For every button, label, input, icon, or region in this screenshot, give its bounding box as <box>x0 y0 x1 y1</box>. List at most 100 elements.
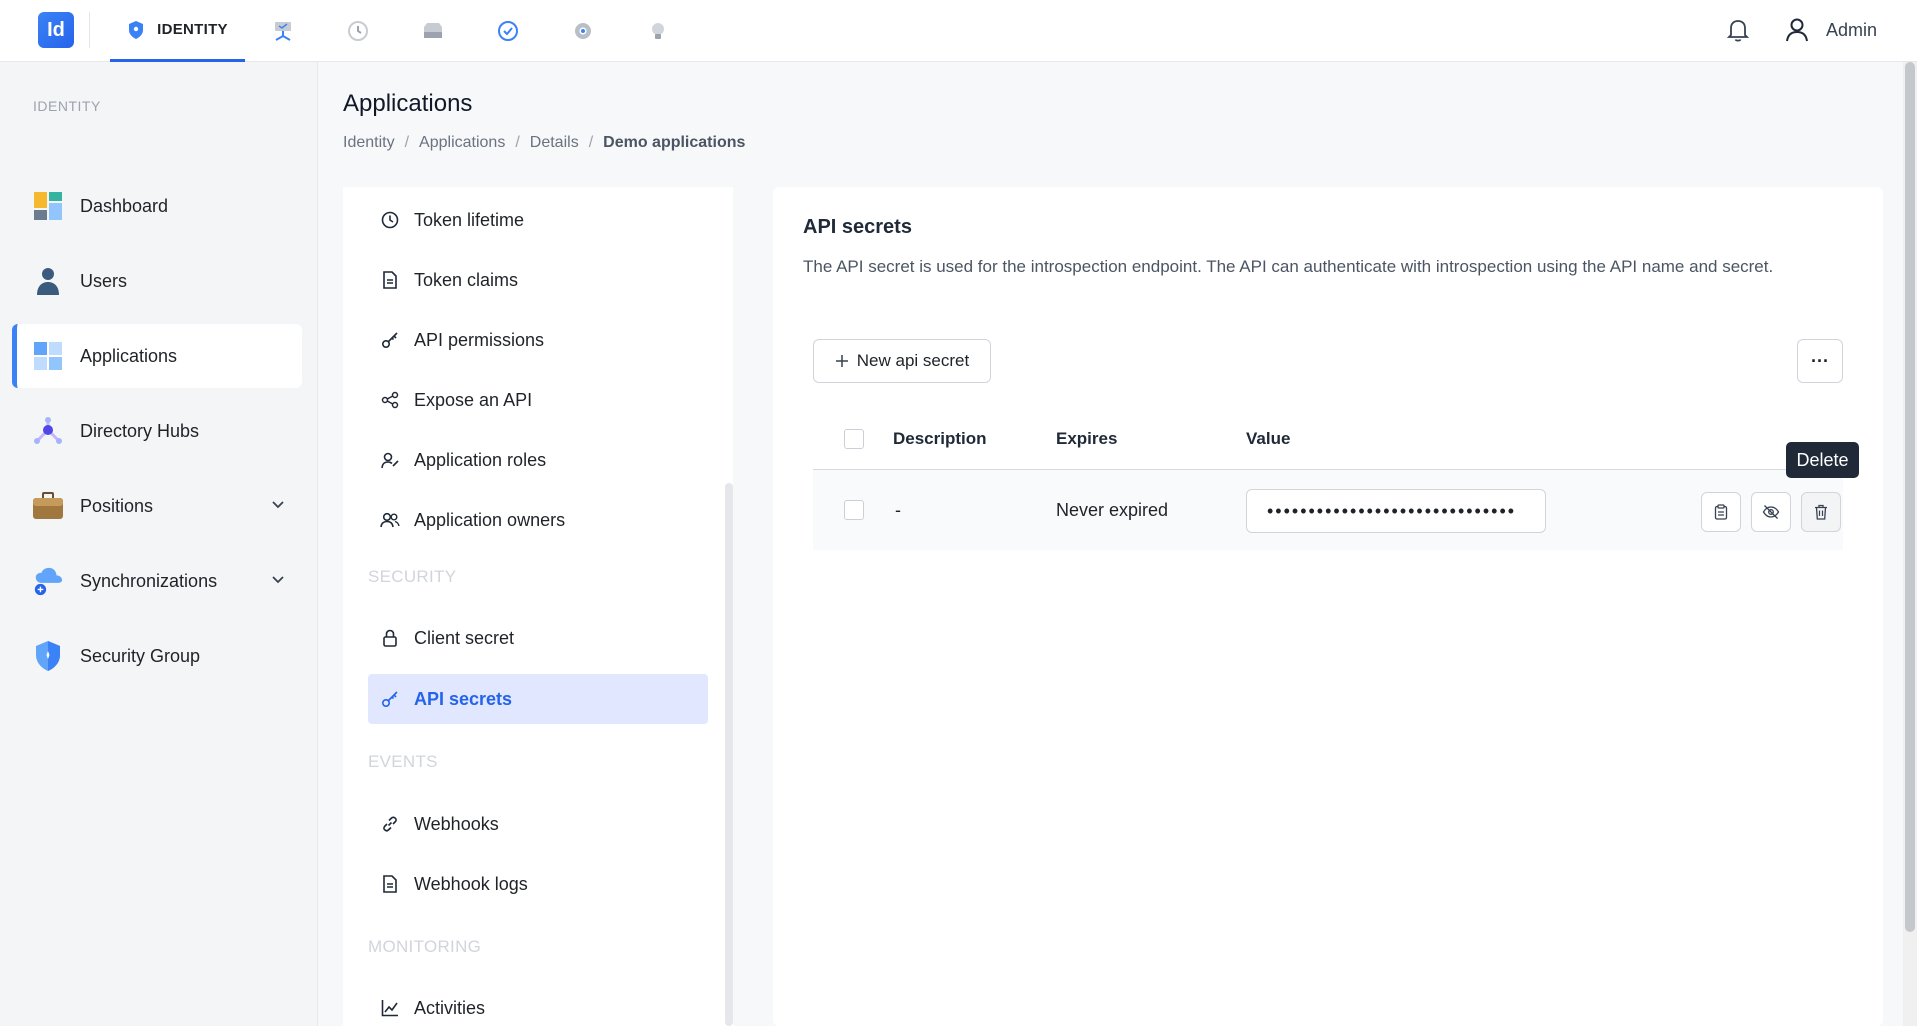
breadcrumb-separator: / <box>404 134 410 151</box>
page-title: Applications <box>343 90 473 117</box>
subnav-item-token-claims[interactable]: Token claims <box>368 255 708 305</box>
settings-subnav: Token lifetime Token claims API permissi… <box>343 187 733 1026</box>
user-icon <box>32 265 64 297</box>
document-icon <box>380 270 400 290</box>
sidebar-item-positions[interactable]: Positions <box>12 474 302 538</box>
breadcrumb-item[interactable]: Details <box>530 134 579 152</box>
delete-button[interactable] <box>1801 492 1841 532</box>
tab-badge[interactable] <box>470 0 545 62</box>
plus-icon <box>835 355 848 367</box>
cell-expires: Never expired <box>1056 500 1169 520</box>
share-icon <box>380 390 400 410</box>
select-all-checkbox[interactable] <box>844 429 864 449</box>
secret-value-field[interactable]: •••••••••••••••••••••••••••••• <box>1246 489 1546 533</box>
copy-button[interactable] <box>1701 492 1741 532</box>
eye-off-icon <box>1762 505 1780 519</box>
subnav-item-application-roles[interactable]: Application roles <box>368 435 708 485</box>
app-logo[interactable]: Id <box>38 12 74 48</box>
new-api-secret-label: New api secret <box>856 351 970 370</box>
table-header: Description Expires Value <box>813 407 1843 470</box>
subnav-item-label: Webhooks <box>414 813 499 834</box>
subnav-item-expose-api[interactable]: Expose an API <box>368 375 708 425</box>
page-scrollbar[interactable] <box>1905 62 1915 932</box>
cloud-sync-icon <box>32 565 64 597</box>
user-role-icon <box>380 450 400 470</box>
lightbulb-icon <box>651 23 664 39</box>
subnav-item-label: API permissions <box>414 329 545 350</box>
top-nav: IDENTITY <box>110 0 695 62</box>
new-api-secret-button[interactable]: New api secret <box>813 339 991 383</box>
sidebar-item-applications[interactable]: Applications <box>12 324 302 388</box>
tab-lightbulb[interactable] <box>620 0 695 62</box>
tab-identity[interactable]: IDENTITY <box>110 0 245 62</box>
toggle-visibility-button[interactable] <box>1751 492 1791 532</box>
subnav-item-webhook-logs[interactable]: Webhook logs <box>368 859 708 909</box>
storage-icon <box>423 23 442 38</box>
sidebar-item-directory-hubs[interactable]: Directory Hubs <box>12 399 302 463</box>
user-avatar-icon[interactable] <box>1783 16 1811 44</box>
sidebar-item-security-group[interactable]: Security Group <box>12 624 302 688</box>
users-icon <box>380 510 400 530</box>
api-secrets-panel: API secrets The API secret is used for t… <box>773 187 1883 1026</box>
sidebar: IDENTITY Dashboard Users Applications Di… <box>0 62 318 1026</box>
subnav-item-webhooks[interactable]: Webhooks <box>368 799 708 849</box>
subnav-item-api-secrets[interactable]: API secrets <box>368 674 708 724</box>
breadcrumb-item[interactable]: Identity <box>343 134 395 152</box>
applications-icon <box>32 340 64 372</box>
subnav-item-label: Application roles <box>414 449 547 470</box>
row-checkbox[interactable] <box>844 500 864 520</box>
clock-icon <box>380 210 400 230</box>
briefcase-icon <box>32 490 64 522</box>
cell-description: - <box>895 500 901 520</box>
subnav-item-label: Client secret <box>414 627 515 648</box>
key-icon <box>380 689 400 709</box>
sidebar-item-label: Applications <box>80 345 178 366</box>
sidebar-item-synchronizations[interactable]: Synchronizations <box>12 549 302 613</box>
tab-history[interactable] <box>320 0 395 62</box>
subnav-scrollbar[interactable] <box>725 483 733 1026</box>
settings-icon <box>574 23 591 39</box>
badge-check-icon <box>497 21 518 41</box>
lock-icon <box>380 628 400 648</box>
subnav-item-label: Token claims <box>414 269 519 290</box>
sidebar-item-label: Users <box>80 270 128 291</box>
notification-bell-icon[interactable] <box>1725 16 1751 44</box>
column-header-description[interactable]: Description <box>893 429 987 449</box>
subnav-item-token-lifetime[interactable]: Token lifetime <box>368 195 708 245</box>
sidebar-item-label: Directory Hubs <box>80 420 200 441</box>
link-icon <box>380 814 400 834</box>
history-icon <box>347 21 368 41</box>
sidebar-item-label: Dashboard <box>80 195 169 216</box>
column-header-value[interactable]: Value <box>1246 429 1290 449</box>
sidebar-item-users[interactable]: Users <box>12 249 302 313</box>
panel-description: The API secret is used for the introspec… <box>803 257 1774 276</box>
subnav-item-api-permissions[interactable]: API permissions <box>368 315 708 365</box>
tab-storage[interactable] <box>395 0 470 62</box>
subnav-item-application-owners[interactable]: Application owners <box>368 495 708 545</box>
more-actions-button[interactable]: ··· <box>1797 339 1843 383</box>
subnav-item-label: Token lifetime <box>414 209 525 230</box>
sidebar-item-label: Synchronizations <box>80 570 218 591</box>
breadcrumb-separator: / <box>515 134 520 151</box>
sidebar-item-dashboard[interactable]: Dashboard <box>12 174 302 238</box>
subnav-heading-security: SECURITY <box>368 567 457 586</box>
chevron-down-icon[interactable] <box>270 571 286 587</box>
subnav-item-activities[interactable]: Activities <box>368 983 708 1026</box>
tab-settings[interactable] <box>545 0 620 62</box>
subnav-heading-events: EVENTS <box>368 752 438 771</box>
user-name[interactable]: Admin <box>1826 20 1877 41</box>
subnav-item-client-secret[interactable]: Client secret <box>368 613 708 663</box>
sidebar-item-label: Security Group <box>80 645 201 666</box>
column-header-expires[interactable]: Expires <box>1056 429 1117 449</box>
panel-title: API secrets <box>803 216 912 238</box>
trash-icon <box>1815 504 1827 520</box>
directory-hub-icon <box>32 415 64 447</box>
delete-tooltip: Delete <box>1786 442 1859 478</box>
tab-network[interactable] <box>245 0 320 62</box>
breadcrumb-item[interactable]: Applications <box>419 134 505 152</box>
subnav-item-label: Activities <box>414 997 486 1018</box>
document-icon <box>380 874 400 894</box>
subnav-item-label: Application owners <box>414 509 566 530</box>
chevron-down-icon[interactable] <box>270 496 286 512</box>
shield-icon <box>129 20 144 39</box>
